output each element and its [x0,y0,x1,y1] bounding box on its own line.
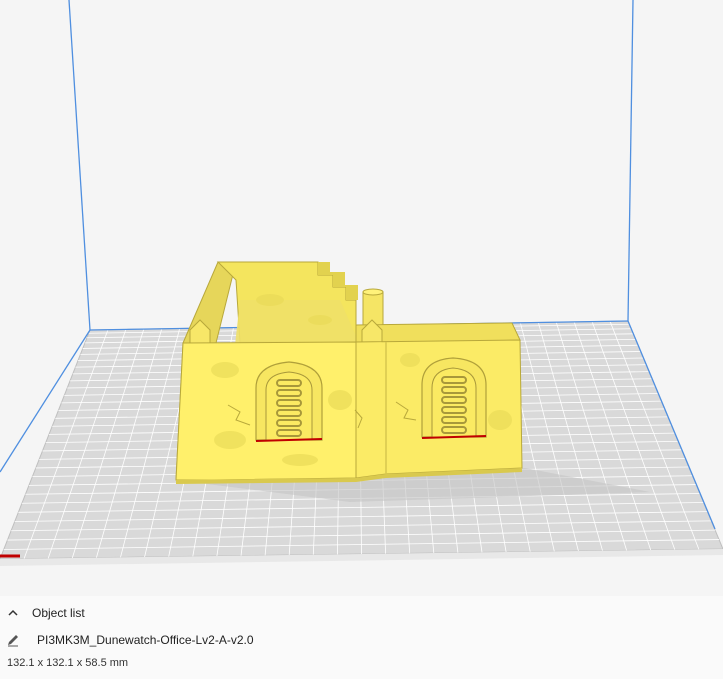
object-dimensions: 132.1 x 132.1 x 58.5 mm [7,657,129,669]
model-dunewatch-office[interactable] [175,261,523,484]
object-name[interactable]: PI3MK3M_Dunewatch-Office-Lv2-A-v2.0 [37,633,254,647]
object-list-label: Object list [32,606,85,620]
window-left [255,361,323,442]
3d-viewport[interactable] [0,0,723,600]
object-panel: Object list PI3MK3M_Dunewatch-Office-Lv2… [0,596,723,679]
object-name-row[interactable]: PI3MK3M_Dunewatch-Office-Lv2-A-v2.0 [4,629,254,651]
object-list-toggle[interactable]: Object list [4,602,85,624]
pencil-icon[interactable] [4,631,22,649]
scene-svg [0,0,723,566]
window-right [421,357,487,439]
chevron-up-icon[interactable] [4,604,22,622]
